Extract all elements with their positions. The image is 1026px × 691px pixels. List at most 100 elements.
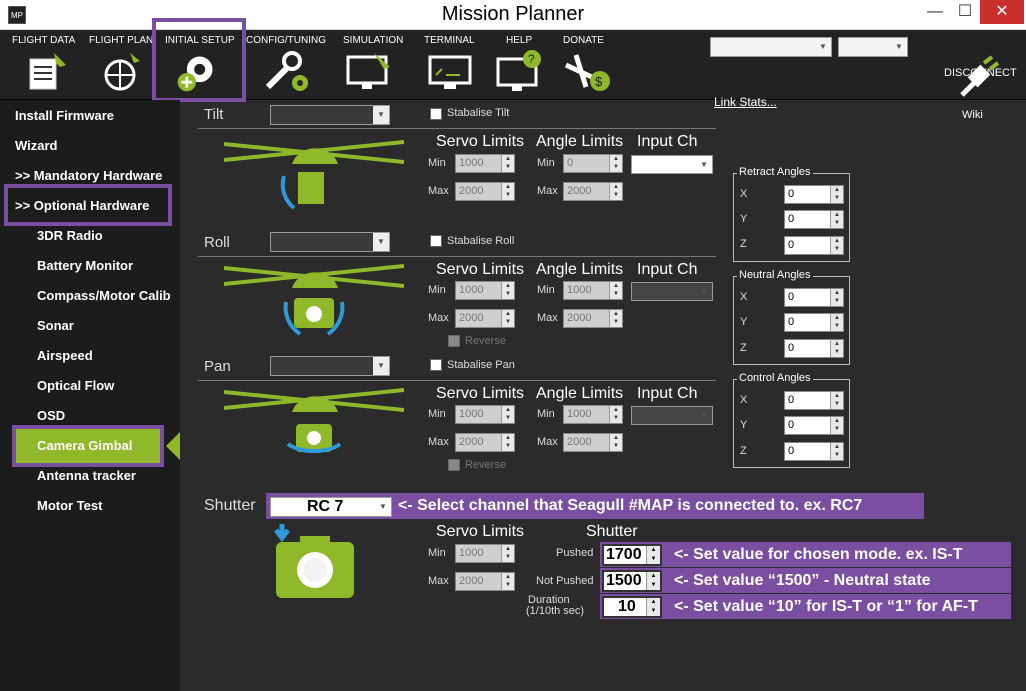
pan-servo-max-field[interactable]: 2000 ▲ ▼ bbox=[455, 433, 515, 452]
shutter-channel-select[interactable]: RC 7 ▼ bbox=[270, 497, 392, 517]
plug-icon[interactable] bbox=[956, 55, 1000, 99]
sidebar-wizard[interactable]: Wizard bbox=[15, 138, 58, 153]
shutter-servo-max-field[interactable]: 2000 ▲ ▼ bbox=[455, 572, 515, 591]
spinner-icon[interactable]: ▲ ▼ bbox=[646, 598, 660, 616]
tilt-channel-select[interactable]: ▼ bbox=[270, 105, 390, 125]
pan-angle-min-field[interactable]: 1000 ▲ ▼ bbox=[563, 405, 623, 424]
spinner-icon[interactable]: ▲ ▼ bbox=[609, 310, 622, 327]
menu-help[interactable]: HELP bbox=[506, 35, 532, 46]
sidebar-optional-hardware[interactable]: >> Optional Hardware bbox=[15, 198, 149, 213]
tilt-angle-min-field[interactable]: 0 ▲ ▼ bbox=[563, 154, 623, 173]
port-select[interactable]: ▼ bbox=[710, 37, 832, 57]
sidebar-item-antenna-tracker[interactable]: Antenna tracker bbox=[37, 468, 136, 483]
roll-angle-min-field[interactable]: 1000 ▲ ▼ bbox=[563, 281, 623, 300]
stabilise-tilt-checkbox[interactable] bbox=[430, 108, 442, 120]
spinner-icon[interactable]: ▲ ▼ bbox=[646, 546, 660, 564]
retract-z-field[interactable]: 0 ▲ ▼ bbox=[784, 236, 844, 255]
spinner-icon[interactable]: ▲ ▼ bbox=[609, 434, 622, 451]
control-z-field[interactable]: 0 ▲ ▼ bbox=[784, 442, 844, 461]
sidebar-item-3dr-radio[interactable]: 3DR Radio bbox=[37, 228, 103, 243]
roll-input-ch-select[interactable]: ▼ bbox=[631, 282, 713, 301]
roll-channel-select[interactable]: ▼ bbox=[270, 232, 390, 252]
pan-angle-max-field[interactable]: 2000 ▲ ▼ bbox=[563, 433, 623, 452]
simulation-icon[interactable] bbox=[344, 49, 396, 93]
menu-flight-plan[interactable]: FLIGHT PLAN bbox=[89, 35, 153, 46]
wiki-link[interactable]: Wiki bbox=[962, 109, 983, 121]
neutral-x-field[interactable]: 0 ▲ ▼ bbox=[784, 288, 844, 307]
roll-servo-min-field[interactable]: 1000 ▲ ▼ bbox=[455, 281, 515, 300]
control-x-field[interactable]: 0 ▲ ▼ bbox=[784, 391, 844, 410]
retract-y-field[interactable]: 0 ▲ ▼ bbox=[784, 210, 844, 229]
pan-input-ch-select[interactable]: ▼ bbox=[631, 406, 713, 425]
spinner-icon[interactable]: ▲ ▼ bbox=[609, 282, 622, 299]
not-pushed-field[interactable]: 1500 ▲ ▼ bbox=[602, 570, 662, 592]
spinner-icon[interactable]: ▲ ▼ bbox=[609, 183, 622, 200]
spinner-icon[interactable]: ▲ ▼ bbox=[830, 417, 843, 434]
spinner-icon[interactable]: ▲ ▼ bbox=[830, 443, 843, 460]
link-stats-link[interactable]: Link Stats... bbox=[714, 95, 777, 109]
spinner-icon[interactable]: ▲ ▼ bbox=[830, 314, 843, 331]
neutral-z-field[interactable]: 0 ▲ ▼ bbox=[784, 339, 844, 358]
spinner-icon[interactable]: ▲ ▼ bbox=[830, 186, 843, 203]
spinner-icon[interactable]: ▲ ▼ bbox=[830, 237, 843, 254]
spinner-icon[interactable]: ▲ ▼ bbox=[501, 434, 514, 451]
shutter-servo-min-field[interactable]: 1000 ▲ ▼ bbox=[455, 544, 515, 563]
spinner-icon[interactable]: ▲ ▼ bbox=[501, 406, 514, 423]
spinner-icon[interactable]: ▲ ▼ bbox=[501, 155, 514, 172]
menu-flight-data[interactable]: FLIGHT DATA bbox=[12, 35, 75, 46]
duration-field[interactable]: 10 ▲ ▼ bbox=[602, 596, 662, 618]
stabilise-pan-checkbox[interactable] bbox=[430, 359, 442, 371]
terminal-icon[interactable] bbox=[426, 49, 474, 93]
spinner-icon[interactable]: ▲ ▼ bbox=[501, 310, 514, 327]
baud-select[interactable]: ▼ bbox=[838, 37, 908, 57]
sidebar-install-firmware[interactable]: Install Firmware bbox=[15, 108, 114, 123]
menu-config-tuning[interactable]: CONFIG/TUNING bbox=[246, 35, 326, 46]
sidebar-item-compass-motor-calib[interactable]: Compass/Motor Calib bbox=[37, 288, 171, 303]
spinner-icon[interactable]: ▲ ▼ bbox=[609, 406, 622, 423]
pan-reverse-checkbox[interactable] bbox=[448, 459, 460, 471]
spinner-icon[interactable]: ▲ ▼ bbox=[830, 211, 843, 228]
sidebar-item-camera-gimbal[interactable]: Camera Gimbal bbox=[37, 438, 132, 453]
sidebar-item-optical-flow[interactable]: Optical Flow bbox=[37, 378, 114, 393]
help-icon[interactable]: ? bbox=[494, 49, 542, 93]
pan-channel-select[interactable]: ▼ bbox=[270, 356, 390, 376]
tilt-angle-max-field[interactable]: 2000 ▲ ▼ bbox=[563, 182, 623, 201]
spinner-icon[interactable]: ▲ ▼ bbox=[830, 289, 843, 306]
close-button[interactable]: ✕ bbox=[980, 0, 1024, 24]
menu-donate[interactable]: DONATE bbox=[563, 35, 604, 46]
menu-terminal[interactable]: TERMINAL bbox=[424, 35, 475, 46]
roll-reverse-checkbox[interactable] bbox=[448, 335, 460, 347]
roll-servo-max-field[interactable]: 2000 ▲ ▼ bbox=[455, 309, 515, 328]
sidebar-mandatory-hardware[interactable]: >> Mandatory Hardware bbox=[15, 168, 162, 183]
retract-x-field[interactable]: 0 ▲ ▼ bbox=[784, 185, 844, 204]
sidebar-item-sonar[interactable]: Sonar bbox=[37, 318, 74, 333]
spinner-icon[interactable]: ▲ ▼ bbox=[501, 183, 514, 200]
tilt-servo-max-field[interactable]: 2000 ▲ ▼ bbox=[455, 182, 515, 201]
spinner-icon[interactable]: ▲ ▼ bbox=[830, 392, 843, 409]
donate-icon[interactable]: $ bbox=[562, 49, 612, 93]
spinner-icon[interactable]: ▲ ▼ bbox=[501, 282, 514, 299]
tilt-servo-min-field[interactable]: 1000 ▲ ▼ bbox=[455, 154, 515, 173]
sidebar-item-motor-test[interactable]: Motor Test bbox=[37, 498, 102, 513]
spinner-icon[interactable]: ▲ ▼ bbox=[501, 545, 514, 562]
sidebar-item-osd[interactable]: OSD bbox=[37, 408, 65, 423]
pushed-field[interactable]: 1700 ▲ ▼ bbox=[602, 544, 662, 566]
spinner-icon[interactable]: ▲ ▼ bbox=[609, 155, 622, 172]
sidebar-item-battery-monitor[interactable]: Battery Monitor bbox=[37, 258, 133, 273]
spinner-icon[interactable]: ▲ ▼ bbox=[830, 340, 843, 357]
spinner-icon[interactable]: ▲ ▼ bbox=[501, 573, 514, 590]
spinner-icon[interactable]: ▲ ▼ bbox=[646, 572, 660, 590]
pan-servo-min-field[interactable]: 1000 ▲ ▼ bbox=[455, 405, 515, 424]
flight-data-icon[interactable] bbox=[26, 49, 70, 93]
stabilise-roll-checkbox[interactable] bbox=[430, 235, 442, 247]
tilt-input-ch-select[interactable]: ▼ bbox=[631, 155, 713, 174]
maximize-button[interactable]: ☐ bbox=[950, 0, 980, 24]
config-tuning-icon[interactable] bbox=[262, 49, 310, 93]
sidebar-item-airspeed[interactable]: Airspeed bbox=[37, 348, 93, 363]
roll-angle-max-field[interactable]: 2000 ▲ ▼ bbox=[563, 309, 623, 328]
control-y-field[interactable]: 0 ▲ ▼ bbox=[784, 416, 844, 435]
menu-simulation[interactable]: SIMULATION bbox=[343, 35, 403, 46]
neutral-y-field[interactable]: 0 ▲ ▼ bbox=[784, 313, 844, 332]
minimize-button[interactable]: — bbox=[920, 0, 950, 24]
flight-plan-icon[interactable] bbox=[100, 49, 144, 93]
